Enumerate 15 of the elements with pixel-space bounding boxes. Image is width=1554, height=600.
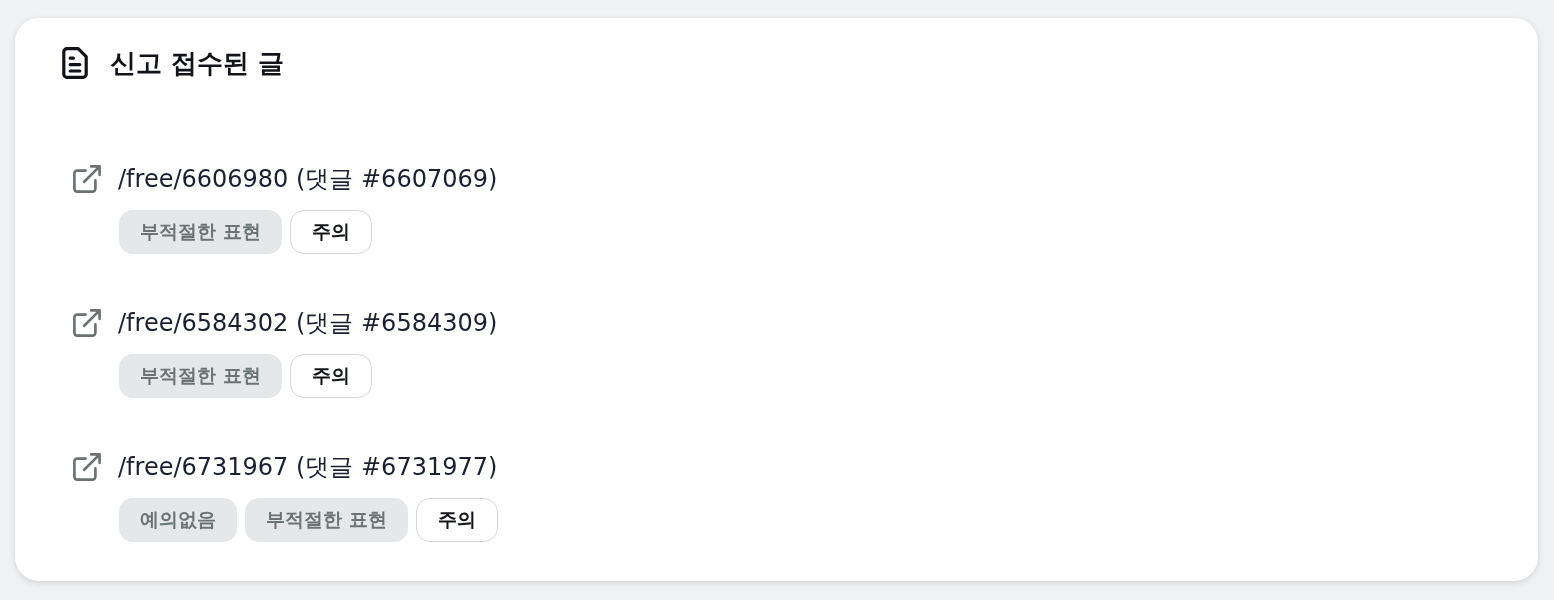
external-link-icon xyxy=(73,309,101,337)
severity-tag: 주의 xyxy=(289,354,372,398)
category-tag: 부적절한 표현 xyxy=(119,354,282,398)
severity-tag: 주의 xyxy=(415,498,498,542)
post-link[interactable]: /free/6606980 (댓글 #6607069) xyxy=(73,165,498,193)
document-icon xyxy=(62,47,88,79)
category-tag: 예의없음 xyxy=(119,498,237,542)
external-link-icon xyxy=(73,453,101,481)
card-title: 신고 접수된 글 xyxy=(110,47,285,80)
severity-tag: 주의 xyxy=(289,210,372,254)
category-tag: 부적절한 표현 xyxy=(119,210,282,254)
category-tag: 부적절한 표현 xyxy=(245,498,408,542)
post-link[interactable]: /free/6731967 (댓글 #6731977) xyxy=(73,453,498,481)
post-link[interactable]: /free/6584302 (댓글 #6584309) xyxy=(73,309,498,337)
external-link-icon xyxy=(73,165,101,193)
